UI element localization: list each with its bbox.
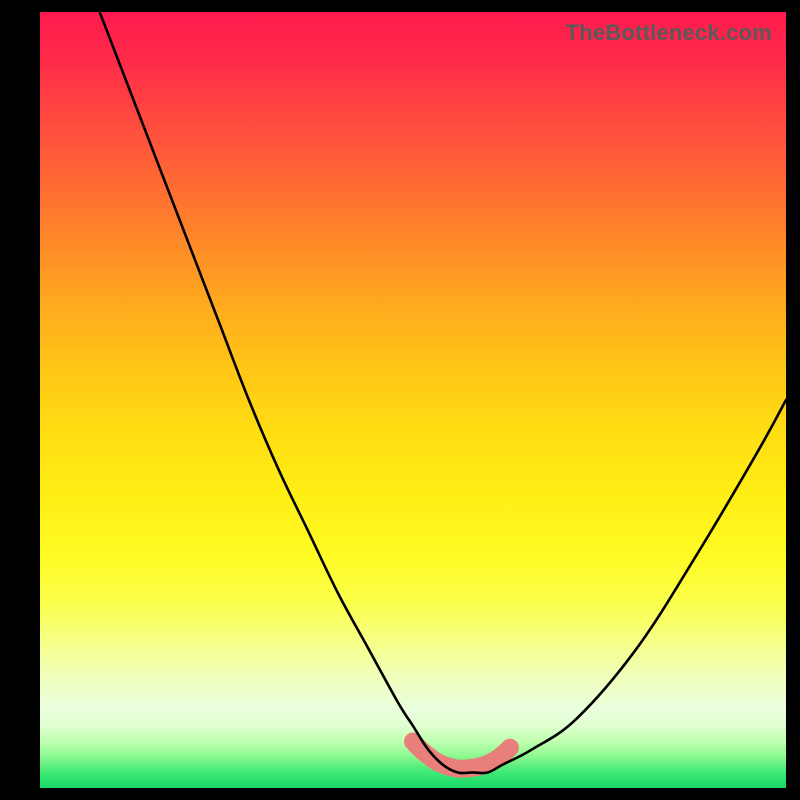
chart-frame: TheBottleneck.com [0,0,800,800]
curve-layer [40,12,786,788]
plot-area: TheBottleneck.com [40,12,786,788]
black-curve-path [100,12,786,773]
salmon-band-path [413,741,510,768]
